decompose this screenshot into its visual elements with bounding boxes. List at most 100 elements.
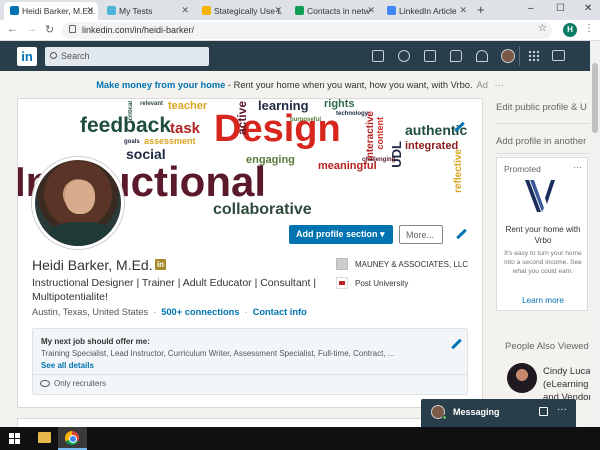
school-name[interactable]: Post University	[355, 279, 408, 288]
url-text: linkedin.com/in/heidi-barker/	[82, 25, 195, 35]
messaging-overlay-bar[interactable]: Messaging ···	[421, 399, 576, 427]
add-profile-section-button[interactable]: Add profile section ▾	[289, 225, 393, 244]
current-company[interactable]: MAUNEY & ASSOCIATES, LLC	[355, 260, 468, 269]
connections-link[interactable]: 500+ connections	[161, 307, 239, 317]
learning-icon[interactable]	[552, 50, 565, 61]
banner-word: teacher	[168, 100, 208, 112]
jobs-icon[interactable]	[424, 50, 436, 62]
profile-location-line: Austin, Texas, United States · 500+ connec…	[32, 307, 307, 317]
separator-dot: ·	[153, 307, 157, 317]
chevron-down-icon: ▾	[380, 229, 385, 239]
slides-favicon-icon	[202, 6, 211, 15]
messaging-icon[interactable]	[450, 50, 462, 62]
reload-icon[interactable]: ↻	[45, 23, 54, 36]
back-arrow-icon[interactable]: ←	[7, 23, 18, 35]
divider	[496, 153, 600, 154]
ad-options-icon[interactable]: ···	[573, 162, 582, 172]
ad-options-icon[interactable]: ···	[495, 80, 504, 90]
profile-name: Heidi Barker, M.Ed.	[32, 257, 153, 273]
vrbo-logo-icon	[525, 180, 555, 212]
chrome-icon	[65, 431, 79, 445]
job-preferences-list: Training Specialist, Lead Instructor, Cu…	[41, 349, 395, 358]
my-network-icon[interactable]	[398, 50, 410, 62]
learn-more-link[interactable]: Learn more	[497, 296, 589, 305]
ad-text: - Rent your home when you want, how you …	[225, 80, 473, 90]
bookmark-star-icon[interactable]: ☆	[538, 23, 547, 34]
edit-intro-pencil-icon[interactable]	[456, 229, 466, 239]
scrollbar-thumb[interactable]	[592, 63, 598, 133]
banner-word: Design	[214, 108, 341, 150]
profile-top-card: feedback task teacher Design learning ri…	[17, 98, 483, 408]
browser-tab-strip: Heidi Barker, M.Ed. ✕ My Tests ✕ Stategi…	[0, 0, 600, 20]
eye-icon	[40, 380, 50, 387]
ad-tag: Ad	[476, 80, 488, 90]
windows-start-icon[interactable]	[9, 433, 20, 444]
close-tab-icon[interactable]: ✕	[181, 5, 189, 16]
messaging-options-icon[interactable]: ···	[557, 404, 567, 415]
edit-banner-pencil-icon[interactable]	[454, 122, 464, 132]
docs-favicon-icon	[387, 6, 396, 15]
top-ad-banner: Make money from your home - Rent your ho…	[0, 80, 600, 90]
file-explorer-icon[interactable]	[38, 432, 51, 443]
browser-toolbar: ← → ↻ linkedin.com/in/heidi-barker/ ☆ H …	[0, 20, 600, 41]
edit-job-preferences-pencil-icon[interactable]	[451, 339, 461, 349]
edit-public-profile-link[interactable]: Edit public profile & U	[496, 102, 587, 113]
search-input[interactable]: Search	[45, 47, 209, 66]
chrome-menu-icon[interactable]: ⋮	[584, 23, 594, 34]
divider	[33, 374, 467, 375]
banner-word: content	[375, 117, 385, 150]
maximize-button[interactable]: ☐	[556, 3, 565, 14]
more-button[interactable]: More...	[399, 225, 443, 244]
banner-word: purposeful	[290, 117, 321, 123]
banner-word: reflective	[453, 149, 464, 193]
profile-photo-body	[47, 222, 115, 246]
divider	[496, 123, 600, 124]
linkedin-favicon-icon	[10, 6, 19, 15]
person-name-line: Cindy Lucas	[543, 366, 596, 377]
address-bar[interactable]: linkedin.com/in/heidi-barker/	[62, 22, 552, 39]
forward-arrow-icon[interactable]: →	[26, 23, 37, 35]
browser-tab-linkedin-profile[interactable]: Heidi Barker, M.Ed. ✕	[4, 2, 98, 20]
notifications-icon[interactable]	[476, 50, 488, 62]
promo-title: Rent your home with Vrbo	[505, 225, 581, 245]
see-all-details-link[interactable]: See all details	[41, 361, 94, 370]
promoted-label: Promoted	[504, 164, 541, 174]
profile-location: Austin, Texas, United States	[32, 307, 149, 317]
me-avatar[interactable]	[501, 49, 515, 63]
banner-word: feedback	[80, 114, 172, 137]
promoted-ad-card[interactable]: Promoted ··· Rent your home with Vrbo It…	[496, 157, 588, 311]
close-tab-icon[interactable]: ✕	[86, 5, 94, 16]
banner-word: collaborative	[213, 201, 312, 218]
browser-tab-contacts[interactable]: Contacts in netw ✕	[289, 2, 379, 20]
chrome-profile-avatar[interactable]: H	[563, 23, 577, 37]
home-icon[interactable]	[372, 50, 384, 62]
close-tab-icon[interactable]: ✕	[274, 5, 282, 16]
browser-tab-strategically[interactable]: Stategically Use L ✕	[196, 2, 286, 20]
browser-tab-my-tests[interactable]: My Tests ✕	[101, 2, 193, 20]
banner-word: goals	[124, 139, 140, 145]
profile-photo[interactable]	[32, 157, 124, 249]
person-avatar[interactable]	[507, 363, 537, 393]
minimize-button[interactable]: –	[528, 3, 534, 14]
visibility-label: Only recruiters	[54, 379, 107, 388]
search-icon	[50, 52, 57, 59]
close-window-button[interactable]: ✕	[584, 3, 592, 14]
tests-favicon-icon	[107, 6, 116, 15]
close-tab-icon[interactable]: ✕	[367, 5, 375, 16]
new-tab-button[interactable]: +	[477, 2, 485, 17]
close-tab-icon[interactable]: ✕	[459, 5, 467, 16]
company-logo-icon[interactable]	[336, 258, 348, 270]
school-logo-icon[interactable]	[336, 277, 348, 289]
add-profile-language-link[interactable]: Add profile in another	[496, 136, 586, 147]
compose-message-icon[interactable]	[539, 407, 548, 416]
browser-tab-linkedin-article[interactable]: LinkedIn Article ✕	[381, 2, 471, 20]
banner-word: integrated	[405, 140, 459, 152]
nav-divider	[519, 46, 520, 66]
ad-link[interactable]: Make money from your home	[96, 80, 225, 90]
linkedin-logo[interactable]: in	[17, 47, 37, 66]
page-scrollbar[interactable]	[590, 41, 600, 427]
contact-info-link[interactable]: Contact info	[253, 307, 307, 317]
work-grid-icon[interactable]	[528, 50, 540, 62]
banner-word: active	[235, 101, 249, 136]
taskbar-chrome-button[interactable]	[58, 427, 87, 450]
